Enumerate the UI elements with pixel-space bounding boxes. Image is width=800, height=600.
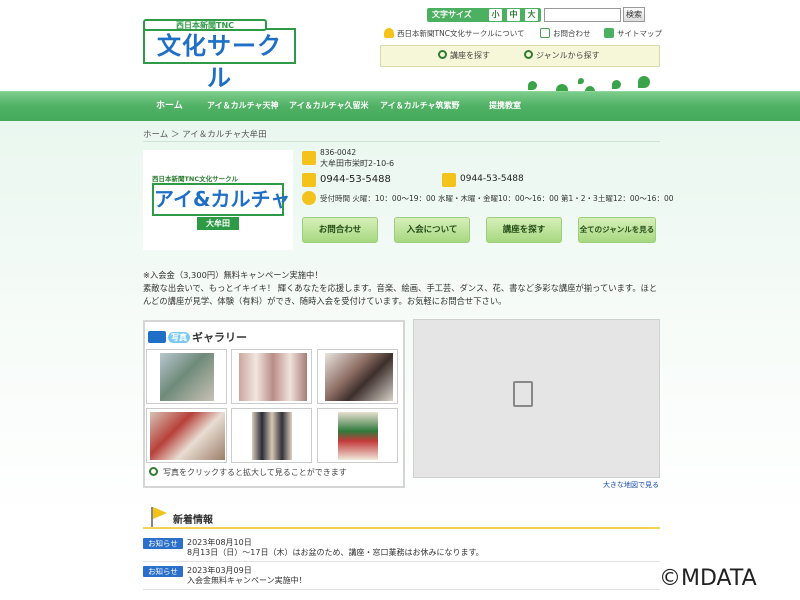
magnifier-icon	[524, 50, 533, 59]
site-logo[interactable]: 文化サークル	[143, 28, 296, 92]
nav-item-chikushino[interactable]: アイ＆カルチャ筑紫野	[380, 91, 460, 121]
sitemap-icon	[604, 28, 614, 38]
school-logo-subtitle: 西日本新聞TNC文化サークル	[152, 175, 238, 183]
clover-icon	[638, 76, 650, 88]
watermark: ©MDATA	[659, 566, 757, 591]
news-badge: お知らせ	[143, 566, 183, 577]
find-course-button[interactable]: 講座を探す	[486, 217, 562, 243]
news-text[interactable]: 8月13日（日）～17日（木）はお盆のため、講座・窓口業務はお休みになります。	[187, 547, 484, 558]
gallery-thumbnail[interactable]	[317, 408, 398, 463]
sitemap-link[interactable]: サイトマップ	[604, 28, 662, 40]
find-course-link[interactable]: 講座を探す	[438, 50, 490, 61]
find-genre-link[interactable]: ジャンルから探す	[524, 50, 600, 61]
about-link[interactable]: 西日本新聞TNC文化サークルについて	[384, 28, 524, 40]
search-button[interactable]: 検索	[623, 7, 645, 22]
gallery-thumbnail[interactable]	[317, 349, 398, 404]
breadcrumb-current: アイ＆カルチャ大牟田	[182, 130, 267, 140]
sitemap-link-label: サイトマップ	[617, 29, 662, 38]
news-header	[143, 505, 660, 529]
nav-item-tenjin[interactable]: アイ＆カルチャ天神	[207, 91, 279, 121]
gallery-title-label: ギャラリー	[192, 331, 247, 344]
fax-number: 0944-53-5488	[460, 174, 524, 184]
address: 大牟田市栄町2-10-6	[320, 159, 395, 168]
postal-code: 836-0042	[320, 148, 357, 157]
font-size-label: 文字サイズ	[427, 8, 541, 22]
divider	[143, 561, 660, 562]
map-embed[interactable]	[413, 319, 660, 478]
school-logo: アイ&カルチャ	[152, 183, 290, 216]
large-map-link[interactable]: 大きな地図で見る	[603, 480, 659, 490]
font-size-small-button[interactable]: 小	[489, 9, 502, 21]
school-logo-tag: 大牟田	[197, 217, 239, 230]
intro-text: ※入会金（3,300円）無料キャンペーン実施中！ 素敵な出会いで、もっとイキイキ…	[143, 269, 660, 308]
clover-icon	[528, 81, 537, 90]
divider	[143, 589, 660, 590]
news-title: 新着情報	[173, 515, 213, 526]
flag-icon	[153, 507, 167, 519]
business-hours: 受付時間 火曜：10：00～19：00 水曜・木曜・金曜10：00～16：00 …	[320, 194, 674, 203]
gallery-thumbnail[interactable]	[231, 408, 312, 463]
breadcrumb-home[interactable]: ホーム	[143, 130, 168, 140]
magnifier-icon	[149, 467, 158, 476]
clover-icon	[612, 80, 621, 89]
site-logo-subtitle: 西日本新聞TNC	[143, 19, 267, 31]
clover-icon	[578, 78, 584, 84]
building-icon	[302, 151, 316, 165]
nav-item-partner[interactable]: 提携教室	[489, 91, 521, 121]
gallery-thumbnail[interactable]	[146, 408, 227, 463]
gallery-note-text: 写真をクリックすると拡大して見ることができます	[163, 468, 347, 477]
news-text[interactable]: 入会金無料キャンペーン実施中！	[187, 575, 307, 586]
font-size-large-button[interactable]: 大	[525, 9, 538, 21]
news-badge: お知らせ	[143, 538, 183, 549]
contact-link-label: お問合わせ	[553, 29, 591, 38]
gallery-title: 写真 ギャラリー	[148, 329, 247, 345]
breadcrumb-separator: ＞	[170, 130, 180, 140]
broken-document-icon	[513, 381, 533, 407]
book-icon	[148, 331, 166, 343]
contact-link[interactable]: お問合わせ	[540, 28, 591, 40]
finder-bar	[380, 45, 660, 67]
clock-icon	[302, 191, 316, 205]
all-genres-button[interactable]: 全てのジャンルを見る	[578, 217, 656, 243]
phone-icon	[302, 173, 316, 187]
nav-item-home[interactable]: ホーム	[156, 91, 183, 121]
gallery-note: 写真をクリックすると拡大して見ることができます	[149, 467, 347, 478]
campaign-notice: ※入会金（3,300円）無料キャンペーン実施中！	[143, 270, 323, 280]
divider	[143, 141, 660, 142]
search-input[interactable]	[544, 8, 621, 22]
magnifier-icon	[438, 50, 447, 59]
fax-icon	[442, 173, 456, 187]
intro-body: 素敵な出会いで、もっとイキイキ！ 輝くあなたを応援します。音楽、絵画、手工芸、ダ…	[143, 283, 658, 306]
gallery-thumbnail[interactable]	[231, 349, 312, 404]
about-link-label: 西日本新聞TNC文化サークルについて	[397, 29, 525, 38]
mail-icon	[540, 28, 550, 38]
find-genre-label: ジャンルから探す	[536, 51, 600, 60]
contact-button[interactable]: お問合わせ	[302, 217, 378, 243]
photo-badge: 写真	[168, 332, 190, 343]
tel-number: 0944-53-5488	[320, 174, 391, 185]
nav-item-kurume[interactable]: アイ＆カルチャ久留米	[289, 91, 369, 121]
lock-icon	[384, 28, 394, 38]
find-course-label: 講座を探す	[450, 51, 490, 60]
breadcrumb: ホーム ＞ アイ＆カルチャ大牟田	[143, 128, 267, 140]
membership-button[interactable]: 入会について	[394, 217, 470, 243]
font-size-medium-button[interactable]: 中	[507, 9, 520, 21]
gallery-thumbnail[interactable]	[146, 349, 227, 404]
